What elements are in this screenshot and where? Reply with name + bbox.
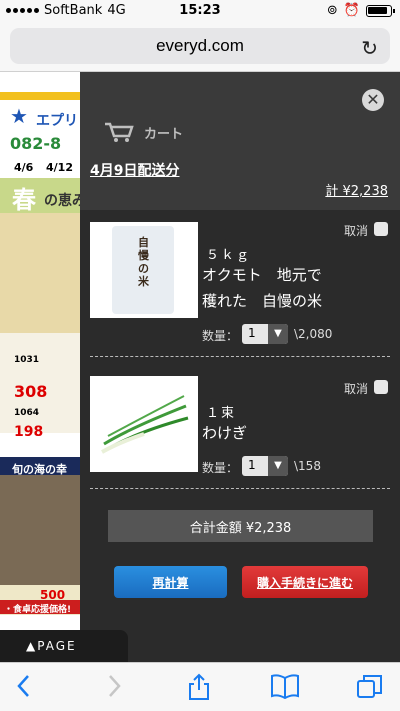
cart-title-text: カート xyxy=(144,126,184,142)
product-image: 自慢の米 xyxy=(90,222,198,318)
flyer-date-2: 4/12 xyxy=(46,161,73,174)
dropdown-arrow-icon: ▼ xyxy=(268,456,288,476)
browser-toolbar xyxy=(0,662,400,711)
reload-icon[interactable]: ↻ xyxy=(361,36,378,61)
back-icon[interactable] xyxy=(14,673,34,699)
share-icon[interactable] xyxy=(186,673,212,701)
cart-title: カート xyxy=(104,122,183,142)
item-divider xyxy=(90,356,390,357)
cancel-checkbox[interactable] xyxy=(374,380,388,394)
qty-value: 1 xyxy=(248,458,256,472)
address-bar[interactable]: everyd.com ↻ xyxy=(10,28,390,64)
status-bar: SoftBank 4G 15:23 ⊚ ⏰ xyxy=(0,0,400,22)
flyer-company: エプリ xyxy=(36,113,78,129)
battery-icon xyxy=(366,4,395,17)
tabs-icon[interactable] xyxy=(356,673,384,701)
checkout-button[interactable]: 購入手続きに進む xyxy=(242,566,368,598)
url-text: everyd.com xyxy=(156,36,244,55)
flyer-date: 4/6 xyxy=(14,161,34,174)
recalculate-button[interactable]: 再計算 xyxy=(114,566,227,598)
page-top-button[interactable]: ▲PAGE xyxy=(0,630,128,662)
item-price: \2,080 xyxy=(294,327,333,341)
browser-header: everyd.com ↻ xyxy=(0,22,400,72)
product-code-2: 1064 xyxy=(14,408,40,418)
status-right: ⊚ ⏰ xyxy=(326,3,395,18)
item-name: わけぎ xyxy=(202,424,248,442)
cart-item: 自慢の米 取消 ５ｋｇ オクモト 地元で 穫れた 自慢の米 数量： 1 ▼ \2… xyxy=(80,210,400,360)
item-name-line1: オクモト 地元で xyxy=(202,266,322,284)
alarm-icon: ⏰ xyxy=(343,3,360,18)
dropdown-arrow-icon: ▼ xyxy=(268,324,288,344)
item-unit: １束 xyxy=(206,406,237,421)
item-price: \158 xyxy=(294,459,321,473)
company-logo-icon: ★ xyxy=(10,104,28,128)
cancel-label: 取消 xyxy=(343,382,368,396)
qty-select[interactable]: 1 ▼ xyxy=(242,456,288,476)
cancel-label: 取消 xyxy=(343,224,368,238)
item-name-line2: 穫れた 自慢の米 xyxy=(202,292,323,310)
total-amount: 合計金額 ¥2,238 xyxy=(108,510,373,542)
rotation-lock-icon: ⊚ xyxy=(326,3,338,18)
cart-panel: ✕ カート 4月9日配送分 計 ¥2,238 自慢の米 取消 ５ｋｇ オクモト … xyxy=(80,72,400,662)
bookmarks-icon[interactable] xyxy=(270,673,300,699)
price-tag-1: 308 xyxy=(14,382,48,401)
qty-label: 数量： xyxy=(202,461,239,475)
cart-item: 取消 １束 わけぎ 数量： 1 ▼ \158 xyxy=(80,360,400,490)
cart-icon xyxy=(105,122,134,142)
item-divider xyxy=(90,488,390,489)
flyer-strip[interactable]: ★ エプリ 082-8 4/6 4/12 春 の恵み 1031 308 1064… xyxy=(0,72,80,662)
cancel-checkbox[interactable] xyxy=(374,222,388,236)
flyer-banner xyxy=(0,92,80,100)
close-icon[interactable]: ✕ xyxy=(362,89,384,111)
spring-subtitle: の恵み xyxy=(44,193,80,209)
product-code-1: 1031 xyxy=(14,355,40,365)
cart-header: ✕ カート 4月9日配送分 計 ¥2,238 xyxy=(80,72,400,210)
scallion-image xyxy=(101,395,189,454)
delivery-date-link[interactable]: 4月9日配送分 xyxy=(90,160,179,180)
rice-bag-label: 自慢の米 xyxy=(138,236,149,288)
price-tag-2: 198 xyxy=(14,424,44,440)
item-unit: ５ｋｇ xyxy=(206,248,252,263)
cart-total-link[interactable]: 計 ¥2,238 xyxy=(325,180,388,199)
qty-value: 1 xyxy=(248,326,256,340)
bamboo-photo xyxy=(0,213,80,333)
qty-label: 数量： xyxy=(202,329,239,343)
deal-banner: ・食卓応援価格! xyxy=(4,605,72,615)
product-image xyxy=(90,376,198,472)
spring-title: 春 xyxy=(12,186,36,214)
fish-photo xyxy=(0,475,80,585)
qty-select[interactable]: 1 ▼ xyxy=(242,324,288,344)
flyer-phone: 082-8 xyxy=(10,134,62,153)
forward-icon[interactable] xyxy=(104,673,124,699)
